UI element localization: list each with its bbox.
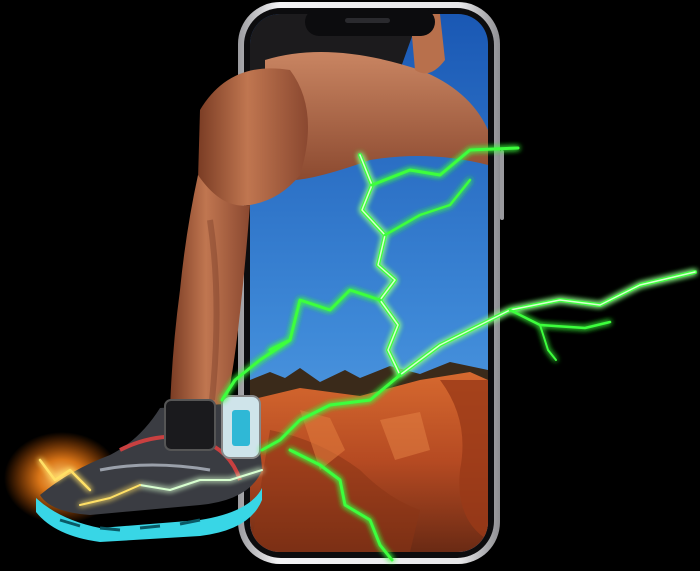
phone-speaker [345,18,390,23]
side-button [500,150,504,220]
illustration [4,2,697,564]
shoe-motor-device [164,399,216,451]
